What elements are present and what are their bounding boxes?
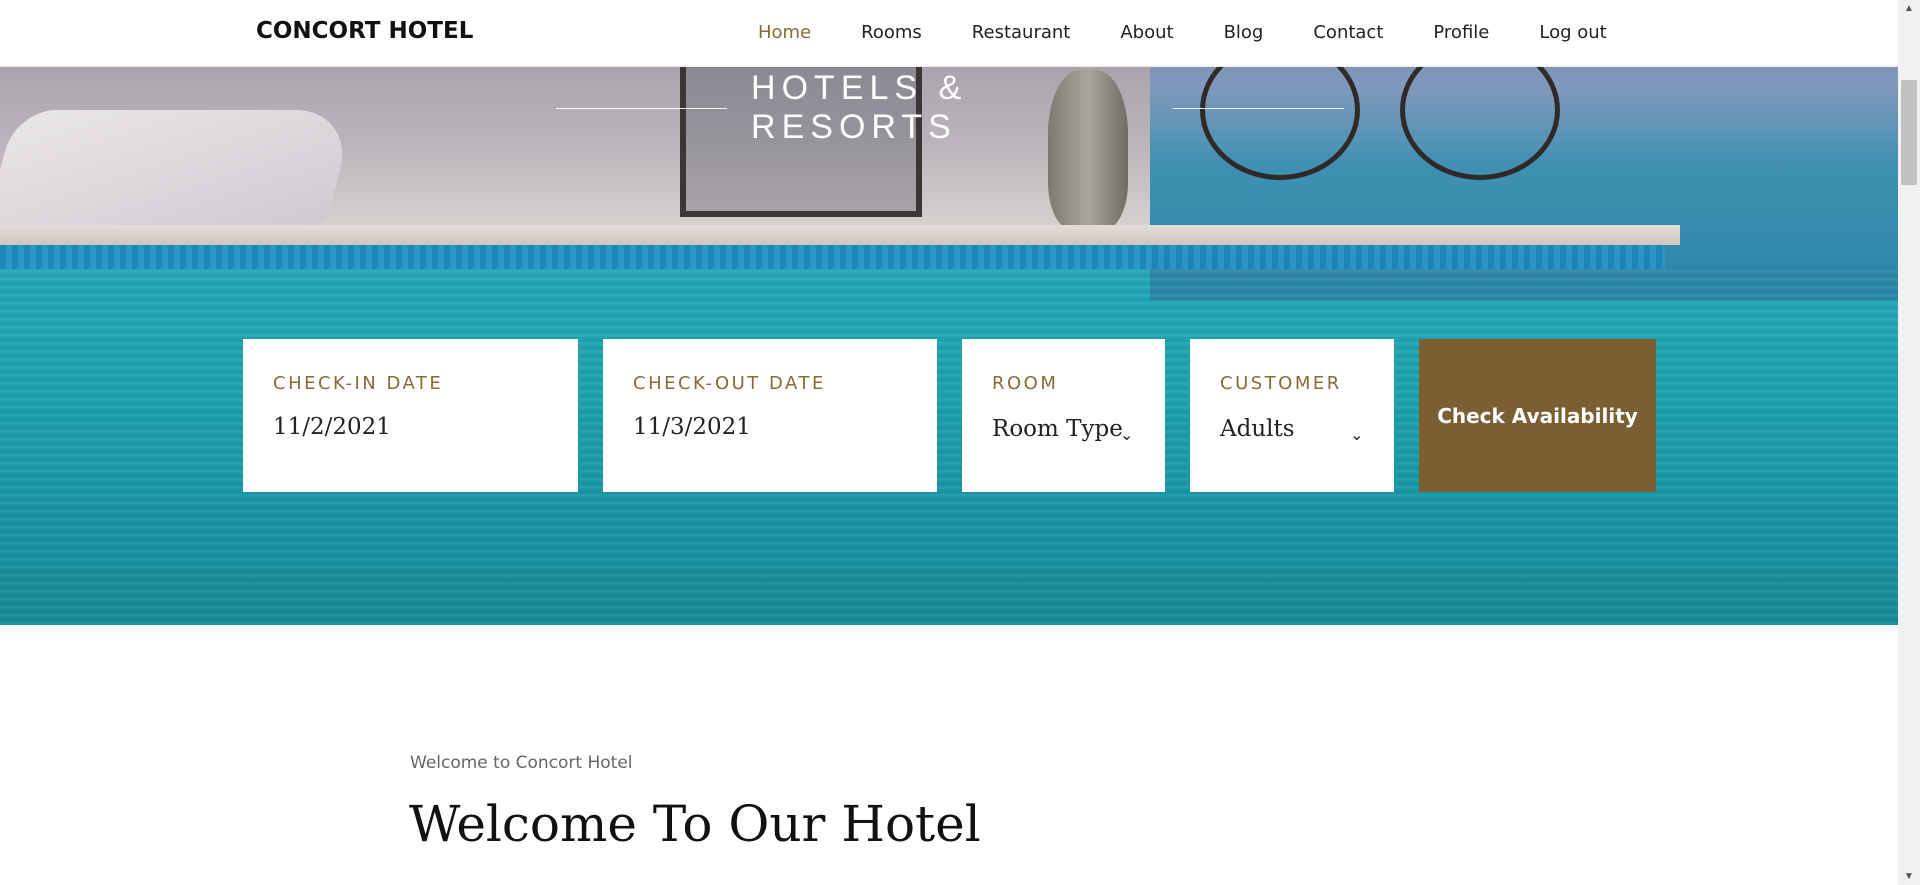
room-select-value: Room Type [992,416,1123,442]
customer-label: CUSTOMER [1220,373,1342,394]
room-label: ROOM [992,373,1059,394]
checkout-label: CHECK-OUT DATE [633,373,826,394]
page-scrollbar[interactable]: ▲ ▼ [1898,0,1920,885]
nav-home[interactable]: Home [758,20,811,46]
nav-about[interactable]: About [1120,20,1173,46]
customer-select[interactable]: Adults [1220,416,1364,442]
chevron-down-icon[interactable]: ⌄ [1350,425,1363,444]
tagline-text: HOTELS & RESORTS [751,69,968,146]
hero-banner: HOTELS & RESORTS [0,0,1898,625]
check-availability-button[interactable]: Check Availability [1419,339,1656,492]
welcome-subtitle: Welcome to Concort Hotel [410,753,633,773]
scroll-down-arrow-icon[interactable]: ▼ [1898,868,1920,885]
hero-lounger [0,110,357,230]
scroll-up-arrow-icon[interactable]: ▲ [1898,0,1920,17]
nav-rooms[interactable]: Rooms [861,20,922,46]
checkout-input[interactable]: 11/3/2021 [633,414,907,440]
room-select[interactable]: Room Type [992,416,1135,442]
hero-tagline: HOTELS & RESORTS [556,69,1344,146]
nav-profile[interactable]: Profile [1433,20,1489,46]
tagline-divider-left [556,107,728,109]
checkout-field[interactable]: CHECK-OUT DATE 11/3/2021 [603,339,937,492]
nav-blog[interactable]: Blog [1224,20,1264,46]
customer-field[interactable]: CUSTOMER Adults ⌄ [1190,339,1394,492]
checkin-input[interactable]: 11/2/2021 [273,414,548,440]
hero-pool-edge [0,245,1665,269]
scrollbar-thumb[interactable] [1901,80,1917,185]
chevron-down-icon[interactable]: ⌄ [1120,425,1133,444]
customer-select-value: Adults [1220,416,1295,442]
nav-restaurant[interactable]: Restaurant [972,20,1071,46]
site-header: CONCORT HOTEL Home Rooms Restaurant Abou… [0,0,1898,67]
room-field[interactable]: ROOM Room Type ⌄ [962,339,1165,492]
tagline-divider-right [1172,107,1344,109]
brand-logo[interactable]: CONCORT HOTEL [256,18,473,44]
welcome-title: Welcome To Our Hotel [409,795,981,853]
checkin-label: CHECK-IN DATE [273,373,444,394]
nav-log-out[interactable]: Log out [1539,20,1606,46]
hero-pool-deck [0,225,1680,245]
main-nav: Home Rooms Restaurant About Blog Contact… [758,20,1657,46]
nav-contact[interactable]: Contact [1313,20,1383,46]
checkin-field[interactable]: CHECK-IN DATE 11/2/2021 [243,339,578,492]
